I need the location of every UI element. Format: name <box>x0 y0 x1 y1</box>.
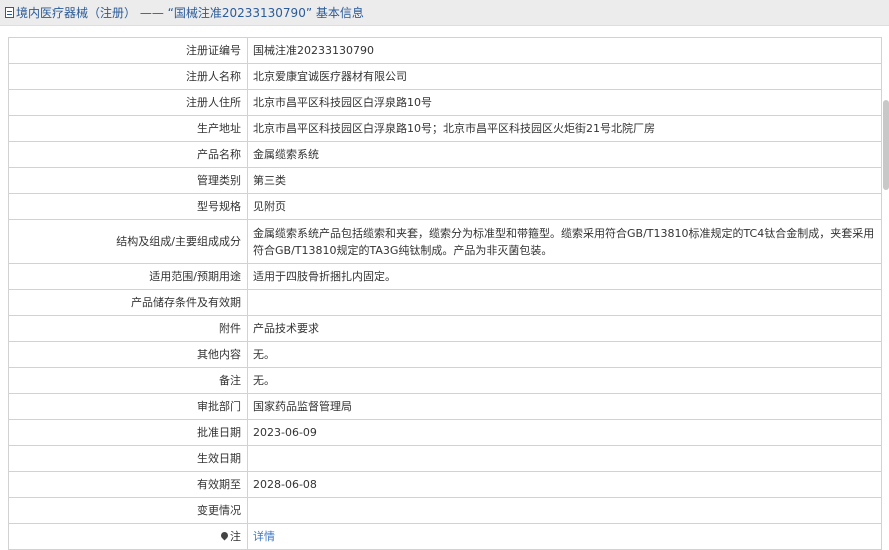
table-row: 产品储存条件及有效期 <box>8 289 882 316</box>
table-row: 产品名称 金属缆索系统 <box>8 141 882 168</box>
table-row: 生产地址 北京市昌平区科技园区白浮泉路10号；北京市昌平区科技园区火炬街21号北… <box>8 115 882 142</box>
row-label-intended-use: 适用范围/预期用途 <box>8 263 248 290</box>
row-value-change-info <box>247 497 882 524</box>
row-value-note: 详情 <box>247 523 882 550</box>
row-value-effective-date <box>247 445 882 472</box>
row-label-management-class: 管理类别 <box>8 167 248 194</box>
row-value-production-address: 北京市昌平区科技园区白浮泉路10号；北京市昌平区科技园区火炬街21号北院厂房 <box>247 115 882 142</box>
row-label-note: 注 <box>8 523 248 550</box>
vertical-scrollbar[interactable] <box>883 100 889 190</box>
table-row: 生效日期 <box>8 445 882 472</box>
table-row: 注册人名称 北京爱康宜诚医疗器材有限公司 <box>8 63 882 90</box>
row-value-management-class: 第三类 <box>247 167 882 194</box>
row-label-expiry-date: 有效期至 <box>8 471 248 498</box>
table-row: 结构及组成/主要组成成分 金属缆索系统产品包括缆索和夹套，缆索分为标准型和带箍型… <box>8 219 882 264</box>
row-label-attachment: 附件 <box>8 315 248 342</box>
row-label-production-address: 生产地址 <box>8 115 248 142</box>
table-row: 管理类别 第三类 <box>8 167 882 194</box>
row-label-storage: 产品储存条件及有效期 <box>8 289 248 316</box>
row-label-remarks: 备注 <box>8 367 248 394</box>
row-label-change-info: 变更情况 <box>8 497 248 524</box>
page-header: 境内医疗器械（注册） —— “国械注准20233130790” 基本信息 <box>0 0 889 26</box>
row-label-registrant-name: 注册人名称 <box>8 63 248 90</box>
document-icon <box>5 7 14 18</box>
table-row: 其他内容 无。 <box>8 341 882 368</box>
row-label-registrant-address: 注册人住所 <box>8 89 248 116</box>
details-link[interactable]: 详情 <box>253 530 275 543</box>
table-row: 注 详情 <box>8 523 882 550</box>
row-value-registrant-name: 北京爱康宜诚医疗器材有限公司 <box>247 63 882 90</box>
row-value-approval-date: 2023-06-09 <box>247 419 882 446</box>
row-label-effective-date: 生效日期 <box>8 445 248 472</box>
row-value-attachment: 产品技术要求 <box>247 315 882 342</box>
row-label-approval-date: 批准日期 <box>8 419 248 446</box>
table-row: 型号规格 见附页 <box>8 193 882 220</box>
table-row: 审批部门 国家药品监督管理局 <box>8 393 882 420</box>
info-table-container: 注册证编号 国械注准20233130790 注册人名称 北京爱康宜诚医疗器材有限… <box>8 37 882 550</box>
row-label-model-spec: 型号规格 <box>8 193 248 220</box>
table-row: 批准日期 2023-06-09 <box>8 419 882 446</box>
row-label-structure: 结构及组成/主要组成成分 <box>8 219 248 264</box>
pin-icon <box>221 532 229 541</box>
row-value-expiry-date: 2028-06-08 <box>247 471 882 498</box>
page-title: 境内医疗器械（注册） —— “国械注准20233130790” 基本信息 <box>16 6 364 20</box>
table-row: 变更情况 <box>8 497 882 524</box>
row-label-registration-no: 注册证编号 <box>8 37 248 64</box>
row-value-product-name: 金属缆索系统 <box>247 141 882 168</box>
note-label: 注 <box>230 530 241 543</box>
row-value-structure: 金属缆索系统产品包括缆索和夹套，缆索分为标准型和带箍型。缆索采用符合GB/T13… <box>247 219 882 264</box>
row-value-registration-no: 国械注准20233130790 <box>247 37 882 64</box>
row-value-storage <box>247 289 882 316</box>
info-table: 注册证编号 国械注准20233130790 注册人名称 北京爱康宜诚医疗器材有限… <box>8 37 882 550</box>
table-row: 备注 无。 <box>8 367 882 394</box>
row-value-intended-use: 适用于四肢骨折捆扎内固定。 <box>247 263 882 290</box>
row-label-product-name: 产品名称 <box>8 141 248 168</box>
row-label-other-content: 其他内容 <box>8 341 248 368</box>
row-value-other-content: 无。 <box>247 341 882 368</box>
table-row: 注册证编号 国械注准20233130790 <box>8 37 882 64</box>
row-value-approval-dept: 国家药品监督管理局 <box>247 393 882 420</box>
table-row: 附件 产品技术要求 <box>8 315 882 342</box>
row-label-approval-dept: 审批部门 <box>8 393 248 420</box>
row-value-remarks: 无。 <box>247 367 882 394</box>
table-row: 注册人住所 北京市昌平区科技园区白浮泉路10号 <box>8 89 882 116</box>
table-row: 有效期至 2028-06-08 <box>8 471 882 498</box>
row-value-registrant-address: 北京市昌平区科技园区白浮泉路10号 <box>247 89 882 116</box>
table-row: 适用范围/预期用途 适用于四肢骨折捆扎内固定。 <box>8 263 882 290</box>
row-value-model-spec: 见附页 <box>247 193 882 220</box>
